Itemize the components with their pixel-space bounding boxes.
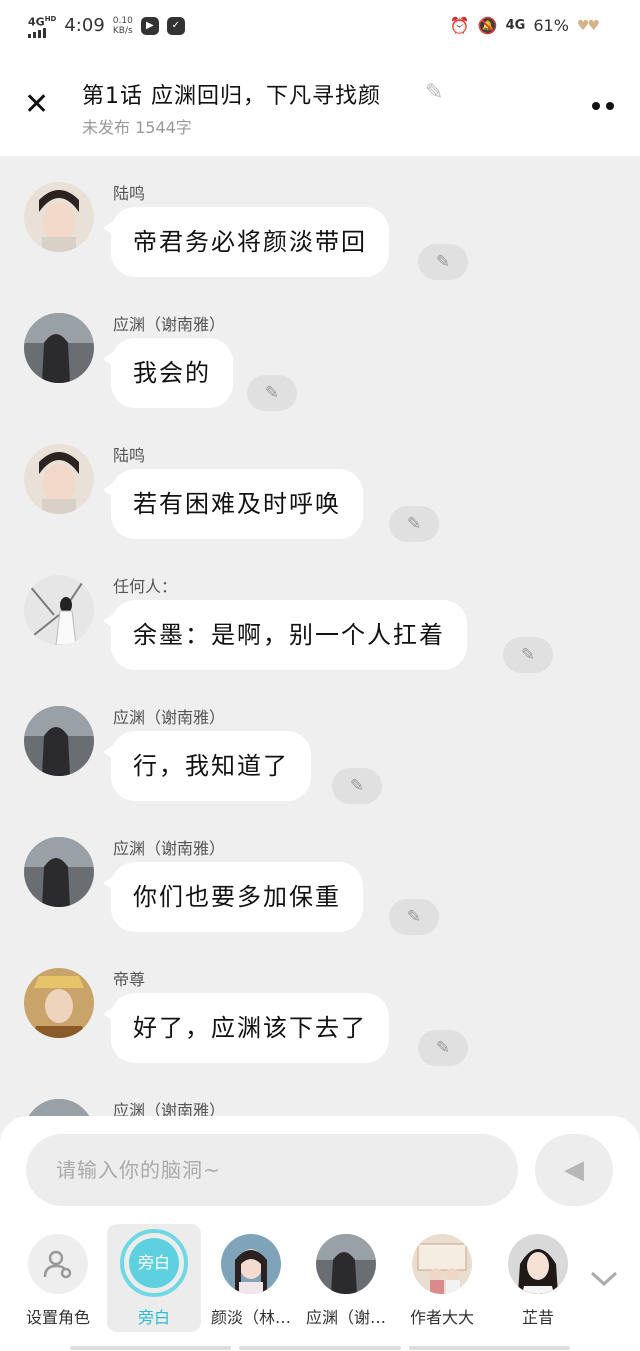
message-bubble[interactable]: 你们也要多加保重	[103, 862, 363, 932]
notification-off-icon: 🔕	[477, 16, 498, 35]
message-bubble[interactable]: 余墨：是啊，别一个人扛着	[103, 600, 467, 670]
avatar[interactable]	[24, 313, 94, 383]
avatar[interactable]	[24, 444, 94, 514]
network-right-label: 4G	[505, 18, 526, 33]
narrator-badge: 旁白	[120, 1229, 188, 1297]
message-bubble[interactable]: 帝君务必将颜淡带回	[103, 207, 389, 277]
speaker-name: 应渊（谢南雅）	[113, 315, 226, 334]
role-yingyuan[interactable]: 应渊（谢…	[299, 1224, 393, 1332]
role-set-role[interactable]: 设置角色	[11, 1224, 105, 1332]
edit-message-icon[interactable]: ✎	[389, 506, 439, 542]
role-label: 应渊（谢…	[305, 1308, 386, 1327]
more-options-icon[interactable]	[592, 102, 614, 110]
battery-percent: 61%	[533, 16, 569, 35]
role-label: 作者大大	[409, 1308, 474, 1327]
avatar	[412, 1234, 472, 1294]
avatar[interactable]	[24, 968, 94, 1038]
chat-message[interactable]: 应渊（谢南雅） 行，我知道了 ✎	[0, 680, 640, 804]
edit-title-icon[interactable]: ✎	[425, 80, 443, 105]
avatar[interactable]	[24, 575, 94, 645]
edit-message-icon[interactable]: ✎	[418, 244, 468, 280]
composer-panel: 请输入你的脑洞~ ◀ 设置角色 旁白 旁白 颜淡（林… 应渊（谢… 作者大大 芷…	[0, 1116, 640, 1351]
edit-message-icon[interactable]: ✎	[247, 375, 297, 411]
page-title[interactable]: 第1话 应渊回归，下凡寻找颜	[82, 78, 381, 110]
message-input[interactable]: 请输入你的脑洞~	[26, 1134, 518, 1206]
status-bar: 4GHD 4:09 0.10 KB/s ▶ ✓ ⏰ 🔕 4G 61% ♥♥	[0, 0, 640, 56]
avatar[interactable]	[24, 706, 94, 776]
chapter-status: 未发布 1544字	[82, 118, 192, 137]
media-play-icon: ▶	[140, 16, 159, 35]
chat-list[interactable]: 陆鸣 帝君务必将颜淡带回 ✎ 应渊（谢南雅） 我会的 ✎ 陆鸣 若有困难及时呼唤…	[0, 156, 640, 1116]
speaker-name: 帝尊	[113, 970, 146, 989]
chat-message[interactable]: 应渊（谢南雅） 我会的 ✎	[0, 287, 640, 411]
edit-message-icon[interactable]: ✎	[389, 899, 439, 935]
close-icon[interactable]: ✕	[24, 90, 49, 120]
role-label: 颜淡（林…	[210, 1308, 291, 1327]
message-bubble[interactable]: 我会的	[103, 338, 233, 408]
role-label: 旁白	[137, 1308, 170, 1327]
message-bubble[interactable]: 好了，应渊该下去了	[103, 993, 389, 1063]
role-selector[interactable]: 设置角色 旁白 旁白 颜淡（林… 应渊（谢… 作者大大 芷昔	[0, 1224, 640, 1334]
role-yandan[interactable]: 颜淡（林…	[204, 1224, 298, 1332]
network-speed: 0.10 KB/s	[112, 15, 133, 36]
role-author[interactable]: 作者大大	[395, 1224, 489, 1332]
speaker-name: 应渊（谢南雅）	[113, 708, 226, 727]
role-zhixi[interactable]: 芷昔	[491, 1224, 585, 1332]
alarm-icon: ⏰	[449, 16, 470, 35]
status-time: 4:09	[64, 15, 105, 37]
avatar[interactable]	[24, 1099, 94, 1116]
speaker-name: 应渊（谢南雅）	[113, 1101, 226, 1116]
chat-message[interactable]: 应渊（谢南雅） 你们也要多加保重 ✎	[0, 811, 640, 935]
avatar[interactable]	[24, 837, 94, 907]
scroll-indicator	[70, 1346, 570, 1350]
avatar	[221, 1234, 281, 1294]
editor-header: ✕ 第1话 应渊回归，下凡寻找颜 ✎ 未发布 1544字	[0, 56, 640, 156]
chat-message[interactable]: 陆鸣 帝君务必将颜淡带回 ✎	[0, 156, 640, 280]
chat-message[interactable]: 帝尊 好了，应渊该下去了 ✎	[0, 942, 640, 1066]
edit-message-icon[interactable]: ✎	[332, 768, 382, 804]
speaker-name: 陆鸣	[113, 446, 146, 465]
send-icon[interactable]: ◀	[535, 1134, 613, 1206]
avatar[interactable]	[24, 182, 94, 252]
edit-message-icon[interactable]: ✎	[418, 1030, 468, 1066]
chevron-down-icon[interactable]	[590, 1264, 618, 1294]
message-bubble[interactable]: 行，我知道了	[103, 731, 311, 801]
avatar	[508, 1234, 568, 1294]
edit-message-icon[interactable]: ✎	[503, 637, 553, 673]
signal-indicator: 4GHD	[28, 14, 56, 38]
role-label: 芷昔	[521, 1308, 554, 1327]
speaker-name: 应渊（谢南雅）	[113, 839, 226, 858]
battery-hearts-icon: ♥♥	[576, 17, 600, 34]
role-label: 设置角色	[25, 1308, 90, 1327]
chat-message[interactable]: 应渊（谢南雅）	[0, 1073, 640, 1116]
speaker-name: 任何人：	[113, 577, 178, 596]
chat-message[interactable]: 陆鸣 若有困难及时呼唤 ✎	[0, 418, 640, 542]
message-bubble[interactable]: 若有困难及时呼唤	[103, 469, 363, 539]
chat-message[interactable]: 任何人： 余墨：是啊，别一个人扛着 ✎	[0, 549, 640, 673]
avatar	[316, 1234, 376, 1294]
person-settings-icon	[28, 1234, 88, 1294]
shield-icon: ✓	[166, 16, 185, 35]
speaker-name: 陆鸣	[113, 184, 146, 203]
role-narrator[interactable]: 旁白 旁白	[107, 1224, 201, 1332]
